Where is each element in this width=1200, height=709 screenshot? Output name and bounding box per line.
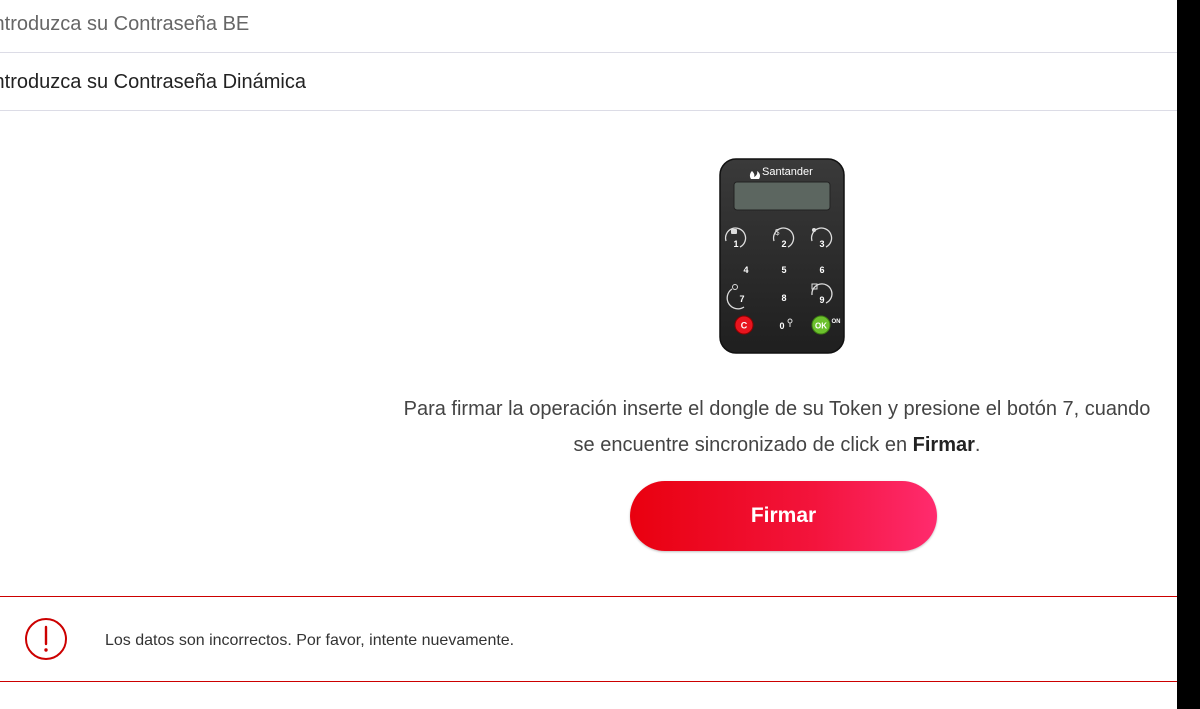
token-key-cancel: C <box>734 315 754 335</box>
token-key-8: 8 <box>781 293 786 303</box>
signature-panel: Introduzca su Contraseña BE Introduzca s… <box>0 0 1177 709</box>
token-brand-label: Santander <box>762 166 813 178</box>
sign-button[interactable]: Firmar <box>630 481 937 551</box>
exclamation-circle-icon <box>25 618 67 660</box>
svg-text:OK: OK <box>815 322 827 331</box>
svg-text:C: C <box>741 321 748 331</box>
token-key-6: 6 <box>819 265 824 275</box>
dynamic-password-label: Introduzca su Contraseña Dinámica <box>0 71 306 93</box>
svg-text:$: $ <box>775 228 780 237</box>
instructions-firmar-bold: Firmar <box>912 434 975 456</box>
password-be-field[interactable]: Introduzca su Contraseña BE <box>0 0 1177 53</box>
svg-text:3: 3 <box>819 239 824 249</box>
instructions-text: Para firmar la operación inserte el dong… <box>403 398 1151 456</box>
password-be-label: Introduzca su Contraseña BE <box>0 13 250 35</box>
dynamic-password-field[interactable]: Introduzca su Contraseña Dinámica <box>0 53 1177 111</box>
svg-text:9: 9 <box>819 295 824 305</box>
svg-text:7: 7 <box>739 294 744 304</box>
token-key-4: 4 <box>743 265 748 275</box>
sign-instructions: Para firmar la operación inserte el dong… <box>392 391 1162 463</box>
token-key-5: 5 <box>781 265 786 275</box>
token-screen <box>733 181 831 211</box>
right-edge-bar <box>1177 0 1200 709</box>
token-device-illustration: Santander 1 $ 2 3 4 5 6 7 8 9 C 0 OK ON <box>719 158 845 354</box>
error-message: Los datos son incorrectos. Por favor, in… <box>105 632 515 649</box>
instructions-period: . <box>974 434 981 456</box>
svg-text:ON: ON <box>832 319 841 325</box>
error-alert: Los datos son incorrectos. Por favor, in… <box>0 596 1177 682</box>
svg-text:2: 2 <box>781 239 786 249</box>
svg-text:1: 1 <box>733 239 738 249</box>
svg-text:0: 0 <box>779 321 784 331</box>
